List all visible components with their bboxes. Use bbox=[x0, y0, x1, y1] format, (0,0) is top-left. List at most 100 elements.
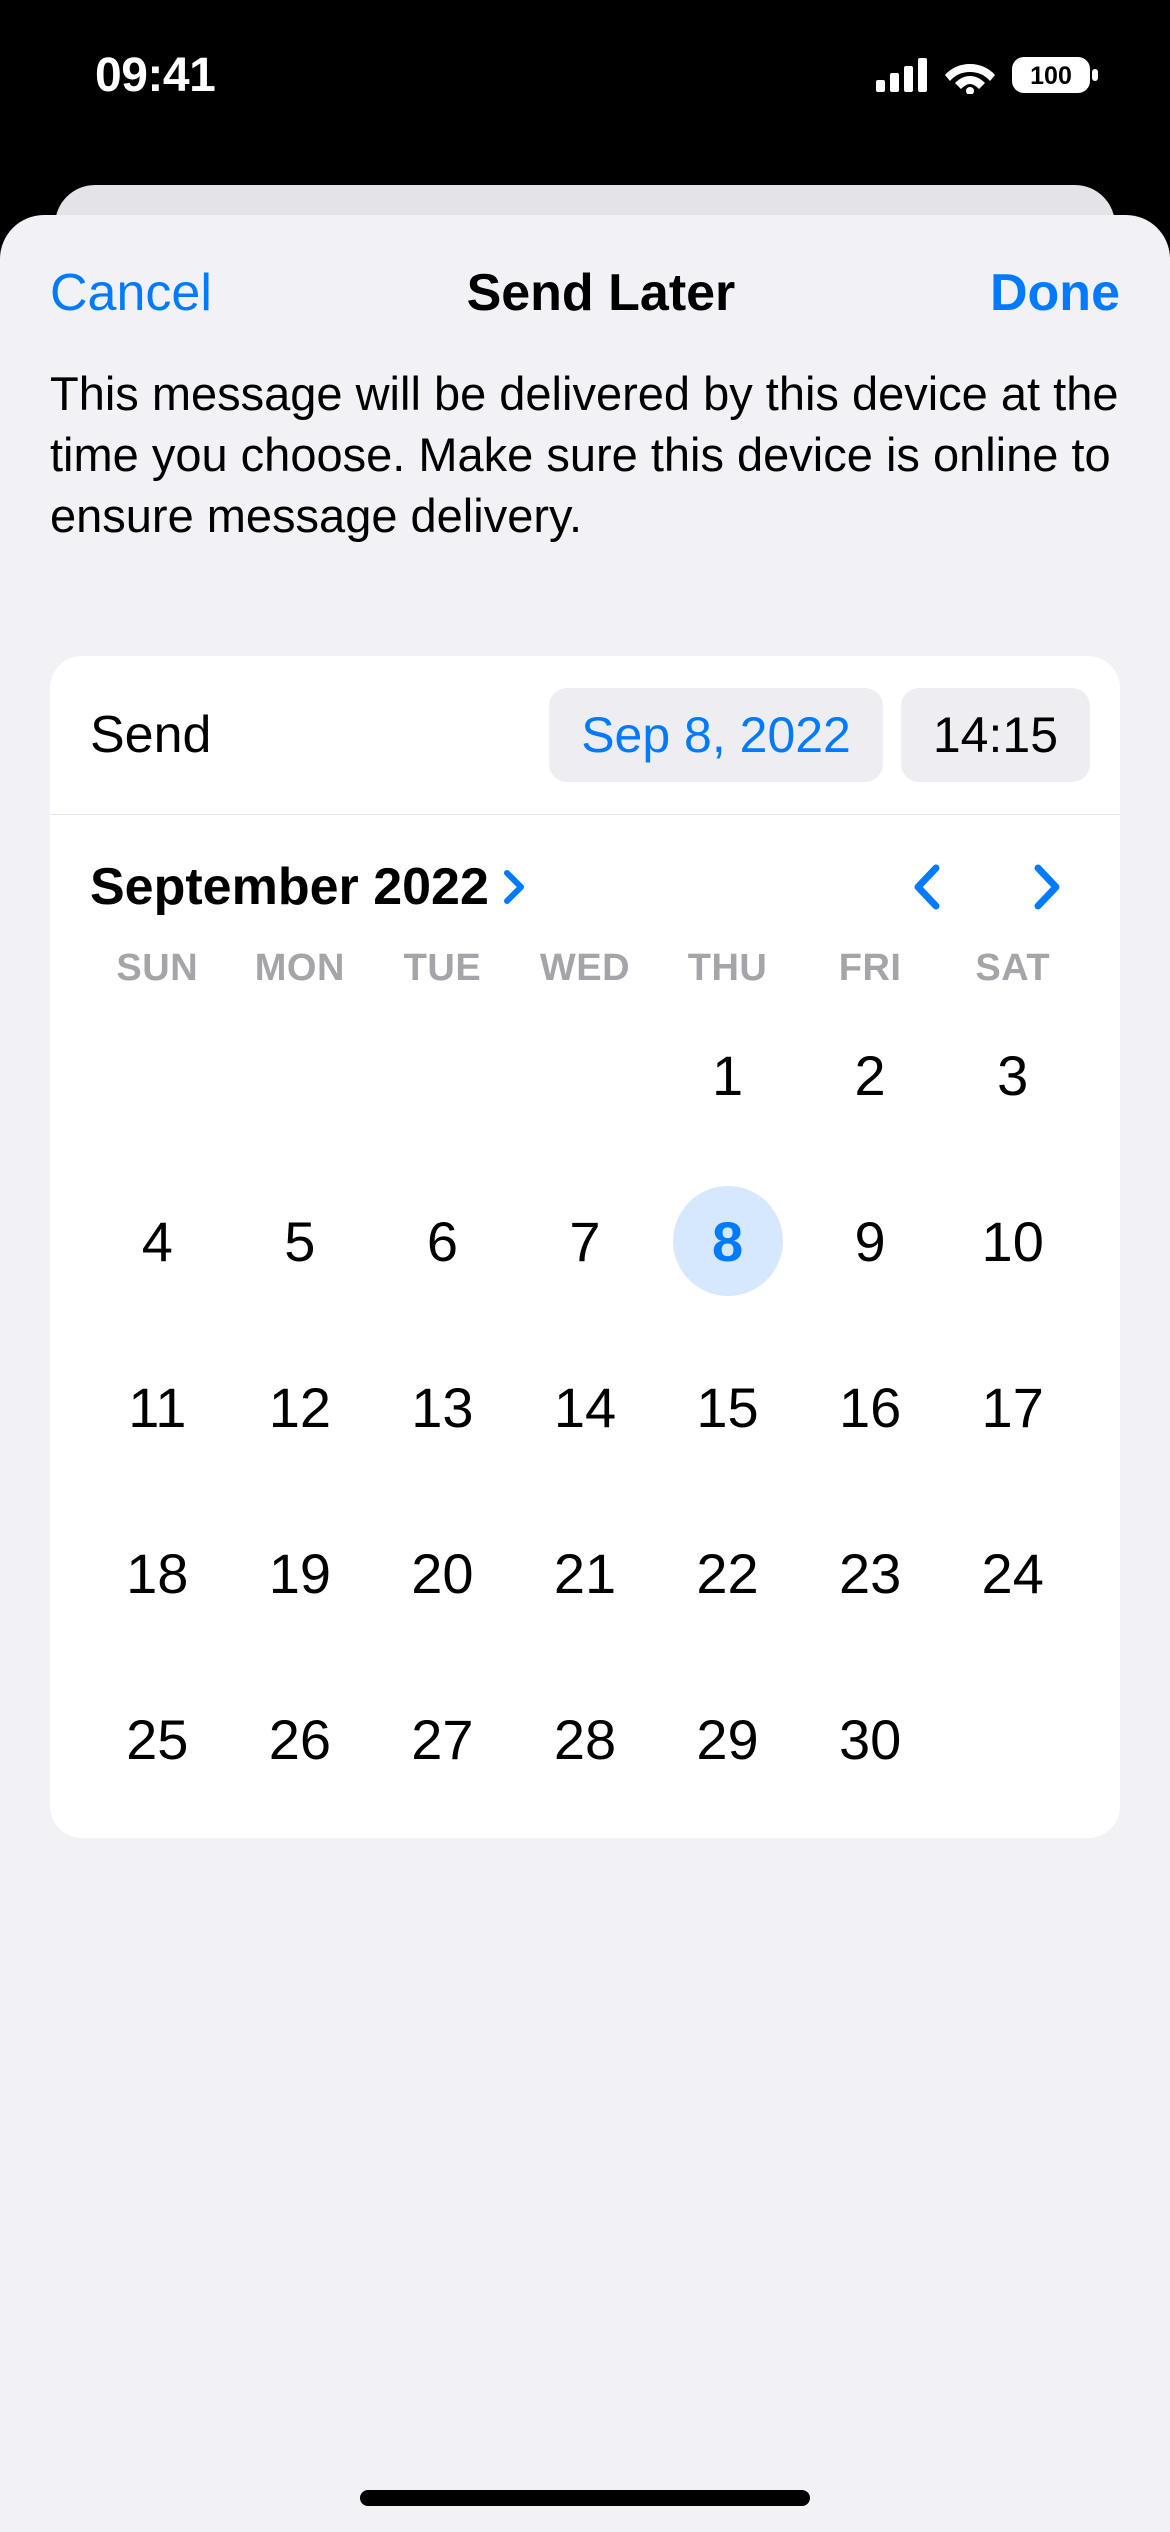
day-cell[interactable]: 21 bbox=[514, 1518, 657, 1628]
day-number: 27 bbox=[387, 1684, 497, 1794]
weekday-label: TUE bbox=[371, 947, 514, 990]
day-number: 2 bbox=[815, 1020, 925, 1130]
day-cell[interactable]: 4 bbox=[86, 1186, 229, 1296]
day-number: 28 bbox=[530, 1684, 640, 1794]
day-number: 16 bbox=[815, 1352, 925, 1462]
svg-text:100: 100 bbox=[1030, 62, 1072, 90]
status-bar: 09:41 100 bbox=[0, 0, 1170, 150]
day-number: 8 bbox=[673, 1186, 783, 1296]
day-cell[interactable]: 22 bbox=[656, 1518, 799, 1628]
time-pill[interactable]: 14:15 bbox=[901, 688, 1090, 782]
battery-icon: 100 bbox=[1010, 55, 1100, 95]
nav-bar: Cancel Send Later Done bbox=[0, 215, 1170, 363]
day-cell[interactable]: 13 bbox=[371, 1352, 514, 1462]
day-cell[interactable]: 28 bbox=[514, 1684, 657, 1794]
weekday-label: SUN bbox=[86, 947, 229, 990]
day-number: 10 bbox=[958, 1186, 1068, 1296]
day-cell[interactable]: 19 bbox=[229, 1518, 372, 1628]
day-cell[interactable]: 3 bbox=[941, 1020, 1084, 1130]
days-grid: 1234567891011121314151617181920212223242… bbox=[50, 1020, 1120, 1838]
weekday-label: FRI bbox=[799, 947, 942, 990]
day-blank bbox=[371, 1020, 514, 1130]
day-blank bbox=[86, 1020, 229, 1130]
day-cell[interactable]: 11 bbox=[86, 1352, 229, 1462]
month-nav-arrows bbox=[910, 862, 1080, 912]
prev-month-button[interactable] bbox=[910, 862, 942, 912]
day-cell[interactable]: 7 bbox=[514, 1186, 657, 1296]
month-header: September 2022 bbox=[50, 815, 1120, 947]
day-cell[interactable]: 26 bbox=[229, 1684, 372, 1794]
day-number: 4 bbox=[102, 1186, 212, 1296]
day-cell[interactable]: 10 bbox=[941, 1186, 1084, 1296]
send-later-sheet: Cancel Send Later Done This message will… bbox=[0, 215, 1170, 2532]
day-number: 23 bbox=[815, 1518, 925, 1628]
scheduler-card: Send Sep 8, 2022 14:15 September 2022 bbox=[50, 656, 1120, 1838]
day-cell[interactable]: 30 bbox=[799, 1684, 942, 1794]
day-number: 7 bbox=[530, 1186, 640, 1296]
month-label: September 2022 bbox=[90, 857, 489, 917]
page-title: Send Later bbox=[467, 263, 736, 323]
day-cell[interactable]: 16 bbox=[799, 1352, 942, 1462]
chevron-right-icon bbox=[503, 869, 529, 905]
day-cell[interactable]: 24 bbox=[941, 1518, 1084, 1628]
day-number: 22 bbox=[673, 1518, 783, 1628]
day-number: 25 bbox=[102, 1684, 212, 1794]
cancel-button[interactable]: Cancel bbox=[50, 263, 212, 323]
description-text: This message will be delivered by this d… bbox=[0, 363, 1170, 546]
day-number: 17 bbox=[958, 1352, 1068, 1462]
day-cell[interactable]: 25 bbox=[86, 1684, 229, 1794]
day-number: 3 bbox=[958, 1020, 1068, 1130]
weekday-row: SUNMONTUEWEDTHUFRISAT bbox=[50, 947, 1120, 990]
day-cell[interactable]: 20 bbox=[371, 1518, 514, 1628]
done-button[interactable]: Done bbox=[990, 263, 1120, 323]
day-number: 20 bbox=[387, 1518, 497, 1628]
status-icons: 100 bbox=[876, 55, 1100, 95]
weekday-label: WED bbox=[514, 947, 657, 990]
day-number: 15 bbox=[673, 1352, 783, 1462]
day-blank bbox=[229, 1020, 372, 1130]
day-number: 18 bbox=[102, 1518, 212, 1628]
day-number: 9 bbox=[815, 1186, 925, 1296]
day-number: 29 bbox=[673, 1684, 783, 1794]
day-cell[interactable]: 6 bbox=[371, 1186, 514, 1296]
status-time: 09:41 bbox=[95, 48, 215, 103]
day-cell[interactable]: 1 bbox=[656, 1020, 799, 1130]
send-row: Send Sep 8, 2022 14:15 bbox=[50, 656, 1120, 815]
day-number: 13 bbox=[387, 1352, 497, 1462]
day-number: 14 bbox=[530, 1352, 640, 1462]
day-number: 21 bbox=[530, 1518, 640, 1628]
day-number: 11 bbox=[102, 1352, 212, 1462]
day-number: 1 bbox=[673, 1020, 783, 1130]
weekday-label: SAT bbox=[941, 947, 1084, 990]
day-cell[interactable]: 5 bbox=[229, 1186, 372, 1296]
day-cell[interactable]: 8 bbox=[656, 1186, 799, 1296]
day-number: 19 bbox=[245, 1518, 355, 1628]
date-pill[interactable]: Sep 8, 2022 bbox=[549, 688, 883, 782]
wifi-icon bbox=[944, 56, 996, 94]
day-cell[interactable]: 27 bbox=[371, 1684, 514, 1794]
datetime-pills: Sep 8, 2022 14:15 bbox=[549, 688, 1090, 782]
day-cell[interactable]: 2 bbox=[799, 1020, 942, 1130]
day-cell[interactable]: 23 bbox=[799, 1518, 942, 1628]
day-number: 24 bbox=[958, 1518, 1068, 1628]
day-blank bbox=[514, 1020, 657, 1130]
day-cell[interactable]: 17 bbox=[941, 1352, 1084, 1462]
send-label: Send bbox=[90, 705, 211, 765]
weekday-label: THU bbox=[656, 947, 799, 990]
day-number: 6 bbox=[387, 1186, 497, 1296]
day-number: 26 bbox=[245, 1684, 355, 1794]
day-cell[interactable]: 12 bbox=[229, 1352, 372, 1462]
day-cell[interactable]: 14 bbox=[514, 1352, 657, 1462]
day-cell[interactable]: 18 bbox=[86, 1518, 229, 1628]
day-number: 5 bbox=[245, 1186, 355, 1296]
home-indicator[interactable] bbox=[360, 2490, 810, 2506]
weekday-label: MON bbox=[229, 947, 372, 990]
day-cell[interactable]: 15 bbox=[656, 1352, 799, 1462]
month-picker-button[interactable]: September 2022 bbox=[90, 857, 529, 917]
day-cell[interactable]: 29 bbox=[656, 1684, 799, 1794]
next-month-button[interactable] bbox=[1032, 862, 1064, 912]
cellular-icon bbox=[876, 58, 930, 92]
day-number: 30 bbox=[815, 1684, 925, 1794]
day-number: 12 bbox=[245, 1352, 355, 1462]
day-cell[interactable]: 9 bbox=[799, 1186, 942, 1296]
